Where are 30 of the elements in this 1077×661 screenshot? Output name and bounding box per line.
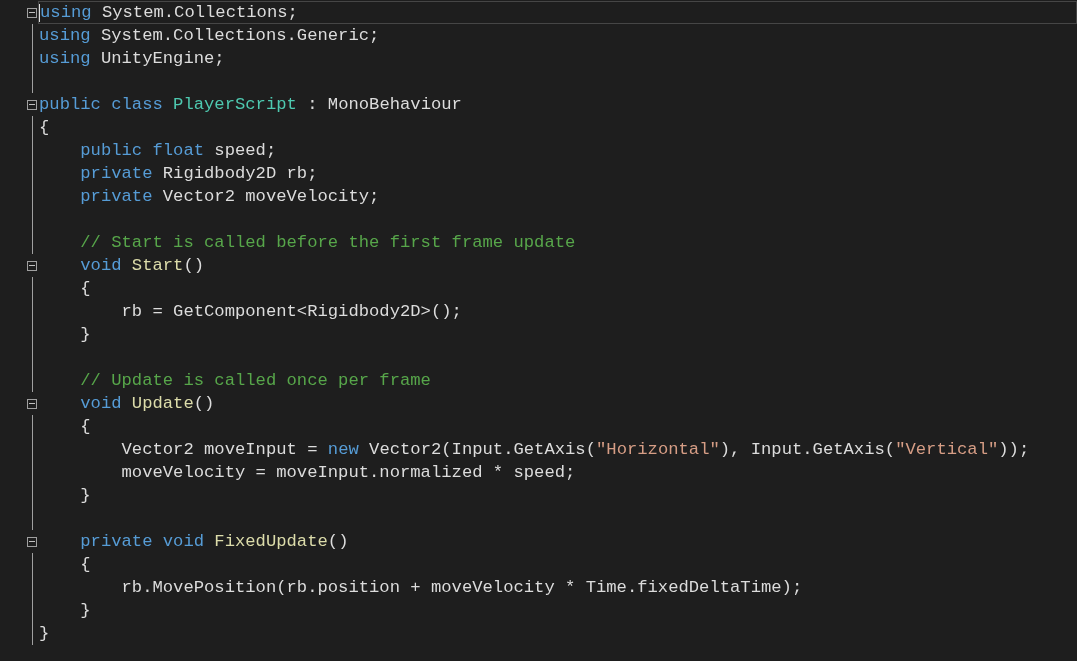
code-line: { — [79, 278, 91, 300]
fold-toggle[interactable] — [27, 536, 37, 547]
code-line: private Vector2 moveVelocity; — [79, 186, 380, 208]
code-line: public class PlayerScript : MonoBehaviour — [39, 94, 462, 116]
fold-toggle[interactable] — [27, 260, 37, 271]
fold-toggle[interactable] — [27, 398, 37, 409]
code-line: { — [39, 117, 50, 139]
fold-toggle[interactable] — [27, 7, 37, 18]
code-line: { — [79, 554, 91, 576]
code-line: using System.Collections.Generic; — [39, 25, 380, 47]
code-line: private void FixedUpdate() — [79, 531, 349, 553]
code-line: void Start() — [79, 255, 205, 277]
code-line: { — [79, 416, 91, 438]
code-line: Vector2 moveInput = new Vector2(Input.GetAxis("Horizontal"), Input.GetAxis("Vertical")); — [120, 439, 1030, 461]
code-line: moveVelocity = moveInput.normalized * speed; — [120, 462, 576, 484]
code-line: } — [79, 485, 91, 507]
code-line: } — [79, 600, 91, 622]
fold-toggle[interactable] — [27, 99, 37, 110]
code-line: // Start is called before the first frame update — [79, 232, 576, 254]
code-line: } — [79, 324, 91, 346]
code-line: rb.MovePosition(rb.position + moveVelocity * Time.fixedDeltaTime); — [120, 577, 803, 599]
code-line: // Update is called once per frame — [79, 370, 431, 392]
text-cursor — [39, 3, 40, 22]
code-line: using System.Collections; — [40, 2, 298, 24]
code-line: void Update() — [79, 393, 215, 415]
code-line: using UnityEngine; — [39, 48, 225, 70]
code-line: } — [39, 623, 50, 645]
code-line: private Rigidbody2D rb; — [79, 163, 318, 185]
code-line: rb = GetComponent<Rigidbody2D>(); — [120, 301, 462, 323]
code-line: public float speed; — [79, 140, 277, 162]
